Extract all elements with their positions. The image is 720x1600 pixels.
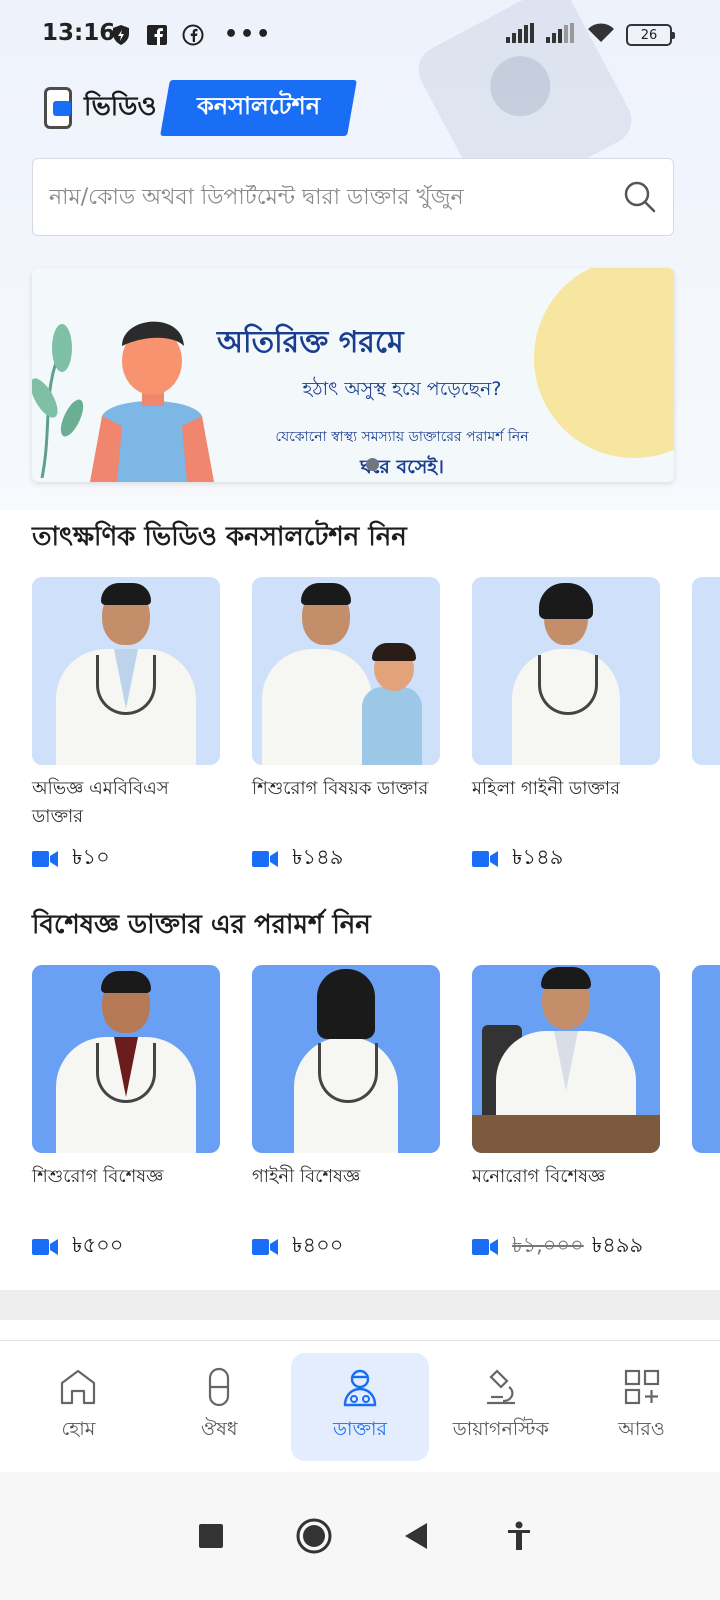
- more-notifications-icon: •••: [224, 22, 273, 47]
- video-phone-icon: [44, 87, 72, 129]
- system-navigation-bar: [0, 1472, 720, 1600]
- instant-card-partial[interactable]: [692, 577, 720, 876]
- promo-banner[interactable]: অতিরিক্ত গরমে হঠাৎ অসুস্থ হয়ে পড়েছেন? …: [32, 268, 674, 482]
- specialist-card[interactable]: শিশুরোগ বিশেষজ্ঞ ৳৫০০: [32, 965, 220, 1264]
- wifi-icon: [586, 22, 616, 48]
- signal-icon: [506, 23, 536, 47]
- card-label: মহিলা গাইনী ডাক্তার: [472, 778, 621, 799]
- square-icon: [199, 1524, 224, 1548]
- banner-title: অতিরিক্ত গরমে: [217, 325, 404, 360]
- bottom-navigation: হোম ঔষধ ডাক্তার ডায়াগনস্টিক আরও: [0, 1340, 720, 1472]
- shield-icon: [110, 24, 132, 46]
- doctor-photo: [472, 965, 660, 1153]
- home-icon: [61, 1369, 96, 1405]
- logo-word-consultation: কনসালটেশন: [159, 80, 357, 136]
- doctor-photo: [252, 577, 440, 765]
- specialist-card-partial[interactable]: [692, 965, 720, 1264]
- doctor-photo: [472, 577, 660, 765]
- card-label: শিশুরোগ বিষয়ক ডাক্তার: [252, 778, 429, 799]
- card-label: শিশুরোগ বিশেষজ্ঞ: [32, 1166, 164, 1187]
- card-price: ৳১০: [32, 841, 220, 876]
- card-label: মনোরোগ বিশেষজ্ঞ: [472, 1166, 606, 1187]
- card-price: ৳৫০০: [32, 1229, 220, 1264]
- video-icon: [252, 1238, 278, 1255]
- specialist-card[interactable]: মনোরোগ বিশেষজ্ঞ ৳১,০০০ ৳৪৯৯: [472, 965, 660, 1264]
- more-grid-icon: [624, 1369, 659, 1405]
- video-icon: [32, 850, 58, 867]
- banner-line-2: ঘরে বসেই।: [360, 456, 444, 478]
- old-price: ৳১,০০০: [512, 1233, 584, 1257]
- banner-subtitle: হঠাৎ অসুস্থ হয়ে পড়েছেন?: [302, 378, 502, 400]
- specialist-card[interactable]: গাইনী বিশেষজ্ঞ ৳৪০০: [252, 965, 440, 1264]
- card-price: ৳৪০০: [252, 1229, 440, 1264]
- search-input[interactable]: [49, 184, 623, 210]
- circle-icon: [296, 1518, 332, 1554]
- logo-word-video: ভিডিও: [84, 92, 157, 122]
- instant-section-title: তাৎক্ষণিক ভিডিও কনসালটেশন নিন: [32, 522, 407, 552]
- facebook-icon: [146, 24, 168, 46]
- instant-card[interactable]: মহিলা গাইনী ডাক্তার ৳১৪৯: [472, 577, 660, 876]
- messenger-icon: [182, 24, 204, 46]
- carousel-indicator[interactable]: [366, 458, 379, 471]
- microscope-icon: [486, 1369, 515, 1405]
- status-bar: 13:16 ••• 26: [0, 0, 720, 68]
- home-button[interactable]: [294, 1516, 334, 1556]
- banner-line: যেকোনো স্বাস্থ্য সমস্যায় ডাক্তারের পরাম…: [275, 429, 529, 445]
- instant-card[interactable]: অভিজ্ঞ এমবিবিএস ডাক্তার ৳১০: [32, 577, 220, 876]
- search-bar[interactable]: [32, 158, 674, 236]
- specialist-section-title: বিশেষজ্ঞ ডাক্তার এর পরামর্শ নিন: [32, 910, 371, 940]
- video-icon: [472, 1238, 498, 1255]
- app-logo: ভিডিও কনসালটেশন: [44, 80, 357, 136]
- man-illustration: [90, 321, 214, 482]
- battery-icon: 26: [626, 24, 675, 46]
- status-time: 13:16: [42, 20, 116, 46]
- doctor-photo: [32, 965, 220, 1153]
- back-button[interactable]: [396, 1516, 436, 1556]
- instant-card[interactable]: শিশুরোগ বিষয়ক ডাক্তার ৳১৪৯: [252, 577, 440, 876]
- nav-item-doctor[interactable]: ডাক্তার: [290, 1353, 429, 1461]
- video-icon: [252, 850, 278, 867]
- back-triangle-icon: [405, 1523, 428, 1549]
- doctor-icon: [343, 1369, 377, 1407]
- card-label: অভিজ্ঞ এমবিবিএস ডাক্তার: [32, 778, 169, 827]
- nav-item-home[interactable]: হোম: [9, 1353, 147, 1461]
- card-price: ৳১,০০০ ৳৪৯৯: [472, 1229, 660, 1264]
- search-icon[interactable]: [623, 180, 657, 214]
- card-price: ৳১৪৯: [472, 841, 660, 876]
- instant-card-row[interactable]: অভিজ্ঞ এমবিবিএস ডাক্তার ৳১০ শিশুরোগ বিষয…: [32, 577, 720, 876]
- specialist-card-row[interactable]: শিশুরোগ বিশেষজ্ঞ ৳৫০০ গাইনী বিশেষজ্ঞ ৳৪০…: [32, 965, 720, 1264]
- video-icon: [32, 1238, 58, 1255]
- recent-apps-button[interactable]: [191, 1516, 231, 1556]
- nav-item-medicine[interactable]: ঔষধ: [150, 1353, 288, 1461]
- card-price: ৳১৪৯: [252, 841, 440, 876]
- accessibility-icon: [507, 1521, 530, 1550]
- section-divider: [0, 1290, 720, 1320]
- doctor-photo: [32, 577, 220, 765]
- doctor-photo: [252, 965, 440, 1153]
- signal-2-icon: [546, 23, 576, 47]
- accessibility-button[interactable]: [499, 1516, 539, 1556]
- video-icon: [472, 850, 498, 867]
- nav-item-diagnostic[interactable]: ডায়াগনস্টিক: [432, 1353, 570, 1461]
- nav-item-more[interactable]: আরও: [573, 1353, 711, 1461]
- card-label: গাইনী বিশেষজ্ঞ: [252, 1166, 361, 1187]
- pill-icon: [209, 1367, 230, 1407]
